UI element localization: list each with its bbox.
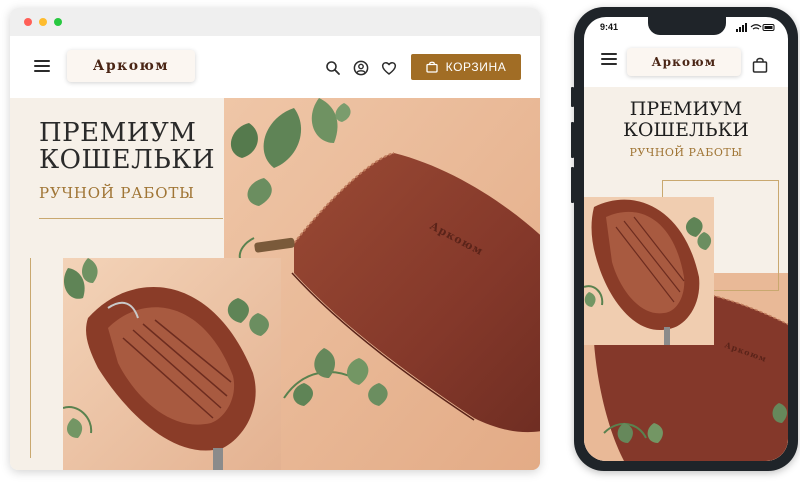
mobile-site-logo[interactable]: Аркоюм: [627, 48, 741, 76]
hero-title: ПРЕМИУМ КОШЕЛЬКИ: [39, 120, 215, 174]
search-icon[interactable]: [325, 60, 341, 76]
phone-notch: [648, 17, 726, 35]
mobile-hero-title-line-1: ПРЕМИУМ: [629, 98, 743, 120]
phone-side-button: [571, 122, 574, 158]
mobile-hero-title: ПРЕМИУМ КОШЕЛЬКИ: [584, 99, 788, 141]
hamburger-icon[interactable]: [601, 53, 617, 65]
shopping-bag-icon: [426, 61, 438, 73]
mobile-header: Аркоюм: [584, 41, 788, 77]
hero-divider: [39, 218, 223, 219]
desktop-browser-mockup: Аркоюм КОРЗИНА Аркоюм ПРЕМИУМ КОШЕЛЬКИ Р…: [10, 8, 540, 470]
user-icon[interactable]: [353, 60, 369, 76]
open-wallet-photo: [63, 258, 281, 470]
minimize-window-button[interactable]: [39, 18, 47, 26]
phone-side-button: [571, 87, 574, 107]
status-bar-icons: [736, 23, 775, 32]
cart-button[interactable]: КОРЗИНА: [411, 54, 521, 80]
hero-section: Аркоюм ПРЕМИУМ КОШЕЛЬКИ РУЧНОЙ РАБОТЫ: [10, 98, 540, 470]
close-window-button[interactable]: [24, 18, 32, 26]
browser-titlebar: [10, 8, 540, 37]
cart-button-label: КОРЗИНА: [445, 60, 507, 74]
mobile-hero-section: ПРЕМИУМ КОШЕЛЬКИ РУЧНОЙ РАБОТЫ Аркоюм: [584, 87, 788, 461]
decorative-vertical-line: [30, 258, 31, 458]
mobile-open-wallet-photo: [584, 197, 714, 345]
hero-subtitle: РУЧНОЙ РАБОТЫ: [39, 184, 195, 202]
phone-side-button: [571, 167, 574, 203]
mobile-phone-mockup: 9:41 Аркоюм ПРЕМИУМ КОШЕЛЬКИ РУЧНОЙ РАБО…: [571, 7, 798, 471]
phone-screen: 9:41 Аркоюм ПРЕМИУМ КОШЕЛЬКИ РУЧНОЙ РАБО…: [584, 17, 788, 461]
hero-title-line-1: ПРЕМИУМ: [39, 118, 197, 148]
shopping-bag-icon[interactable]: [752, 57, 768, 73]
mobile-hero-subtitle: РУЧНОЙ РАБОТЫ: [629, 146, 743, 159]
site-logo[interactable]: Аркоюм: [67, 50, 195, 82]
hero-title-line-2: КОШЕЛЬКИ: [39, 145, 216, 175]
mobile-hero-title-line-2: КОШЕЛЬКИ: [623, 119, 749, 141]
heart-icon[interactable]: [381, 60, 397, 76]
maximize-window-button[interactable]: [54, 18, 62, 26]
hamburger-icon[interactable]: [34, 60, 50, 72]
status-bar-time: 9:41: [600, 22, 619, 32]
site-header: Аркоюм КОРЗИНА: [10, 36, 540, 98]
